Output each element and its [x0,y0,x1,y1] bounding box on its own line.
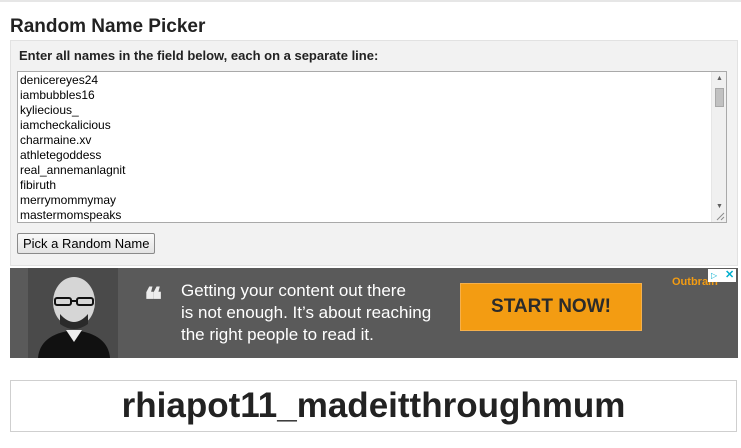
picked-name: rhiapot11_madeitthroughmum [121,386,626,425]
ad-headline-line: is not enough. It’s about reaching [181,303,432,322]
quote-mark-icon: ❝ [144,281,162,321]
resize-grip-icon[interactable] [715,211,725,221]
name-line: denicereyes24 [20,73,99,87]
page-title: Random Name Picker [10,16,206,37]
names-textarea[interactable]: denicereyes24 iambubbles16 kyliecious_ i… [17,71,727,223]
name-line: athletegoddess [20,148,102,162]
ad-headline-line: Getting your content out there [181,281,406,300]
name-line: mastermomspeaks [20,208,122,222]
result-box: rhiapot11_madeitthroughmum [10,380,737,432]
pick-random-name-button[interactable]: Pick a Random Name [17,233,156,254]
ad-headline: Getting your content out there is not en… [181,280,451,346]
ad-start-now-button[interactable]: START NOW! [460,283,642,331]
top-divider [0,0,741,2]
ad-person-photo [28,268,118,358]
name-line: real_annemanlagnit [20,163,126,177]
scrollbar-thumb[interactable] [715,88,724,107]
ad-choices-badge[interactable]: ▷ ✕ [708,269,736,282]
name-line: charmaine.xv [20,133,92,147]
name-picker-panel: Enter all names in the field below, each… [10,40,738,266]
ad-choices-icon[interactable]: ▷ [711,271,717,280]
name-line: iambubbles16 [20,88,95,102]
name-line: kyliecious_ [20,103,79,117]
name-line: fibiruth [20,178,57,192]
name-line: iamcheckalicious [20,118,111,132]
textarea-scrollbar[interactable]: ▲ ▼ [711,72,726,222]
scroll-up-arrow-icon[interactable]: ▲ [712,72,726,86]
ad-headline-line: the right people to read it. [181,325,374,344]
instructions-label: Enter all names in the field below, each… [19,48,379,63]
names-list: denicereyes24 iambubbles16 kyliecious_ i… [20,73,126,222]
name-line: merrymommymay [20,193,116,207]
advertisement-banner[interactable]: ❝ Getting your content out there is not … [10,268,738,358]
close-icon[interactable]: ✕ [725,269,734,282]
